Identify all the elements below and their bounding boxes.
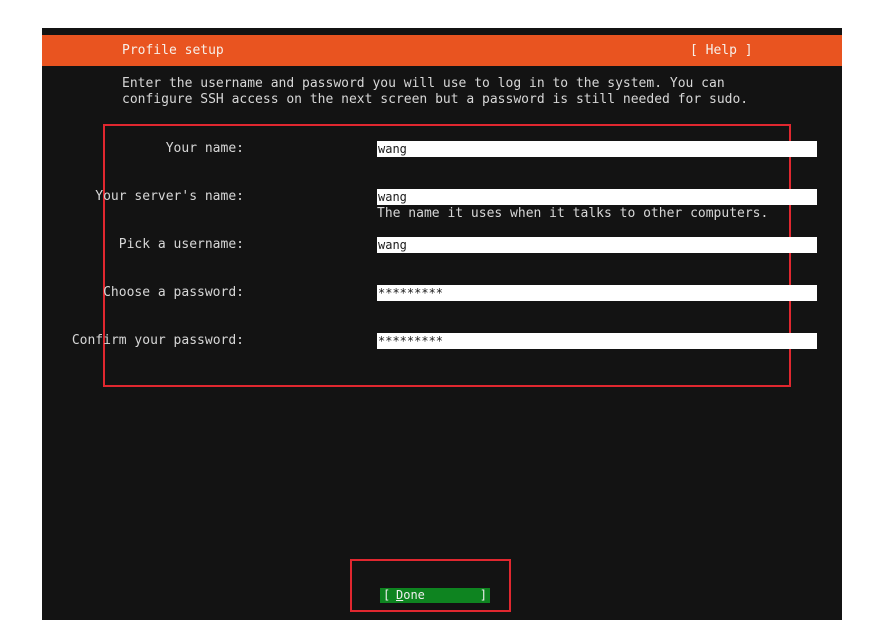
done-open-bracket: [ (383, 588, 391, 602)
done-label: Done (396, 588, 425, 603)
password-label: Choose a password: (103, 285, 244, 300)
done-button-highlight: [ Done ] (350, 559, 511, 612)
username-input[interactable] (377, 237, 817, 253)
done-button[interactable]: [ Done ] (380, 588, 490, 603)
header-bar: Profile setup [ Help ] (42, 35, 842, 66)
installer-terminal: Profile setup [ Help ] Enter the usernam… (42, 28, 842, 620)
confirm-password-label: Confirm your password: (71, 333, 244, 348)
your-name-label: Your name: (165, 141, 244, 156)
your-name-input[interactable] (377, 141, 817, 157)
confirm-password-input[interactable] (377, 333, 817, 349)
help-button[interactable]: [ Help ] (690, 43, 753, 59)
server-name-hint: The name it uses when it talks to other … (377, 206, 769, 221)
intro-text: Enter the username and password you will… (122, 76, 749, 107)
done-label-rest: one (403, 588, 425, 602)
page-title: Profile setup (122, 43, 224, 58)
profile-form-highlight: Your name: Your server's name: The name … (72, 124, 817, 387)
password-input[interactable] (377, 285, 817, 301)
done-close-bracket: ] (479, 588, 487, 602)
server-name-label: Your server's name: (95, 189, 244, 204)
username-label: Pick a username: (118, 237, 244, 252)
server-name-input[interactable] (377, 189, 817, 205)
